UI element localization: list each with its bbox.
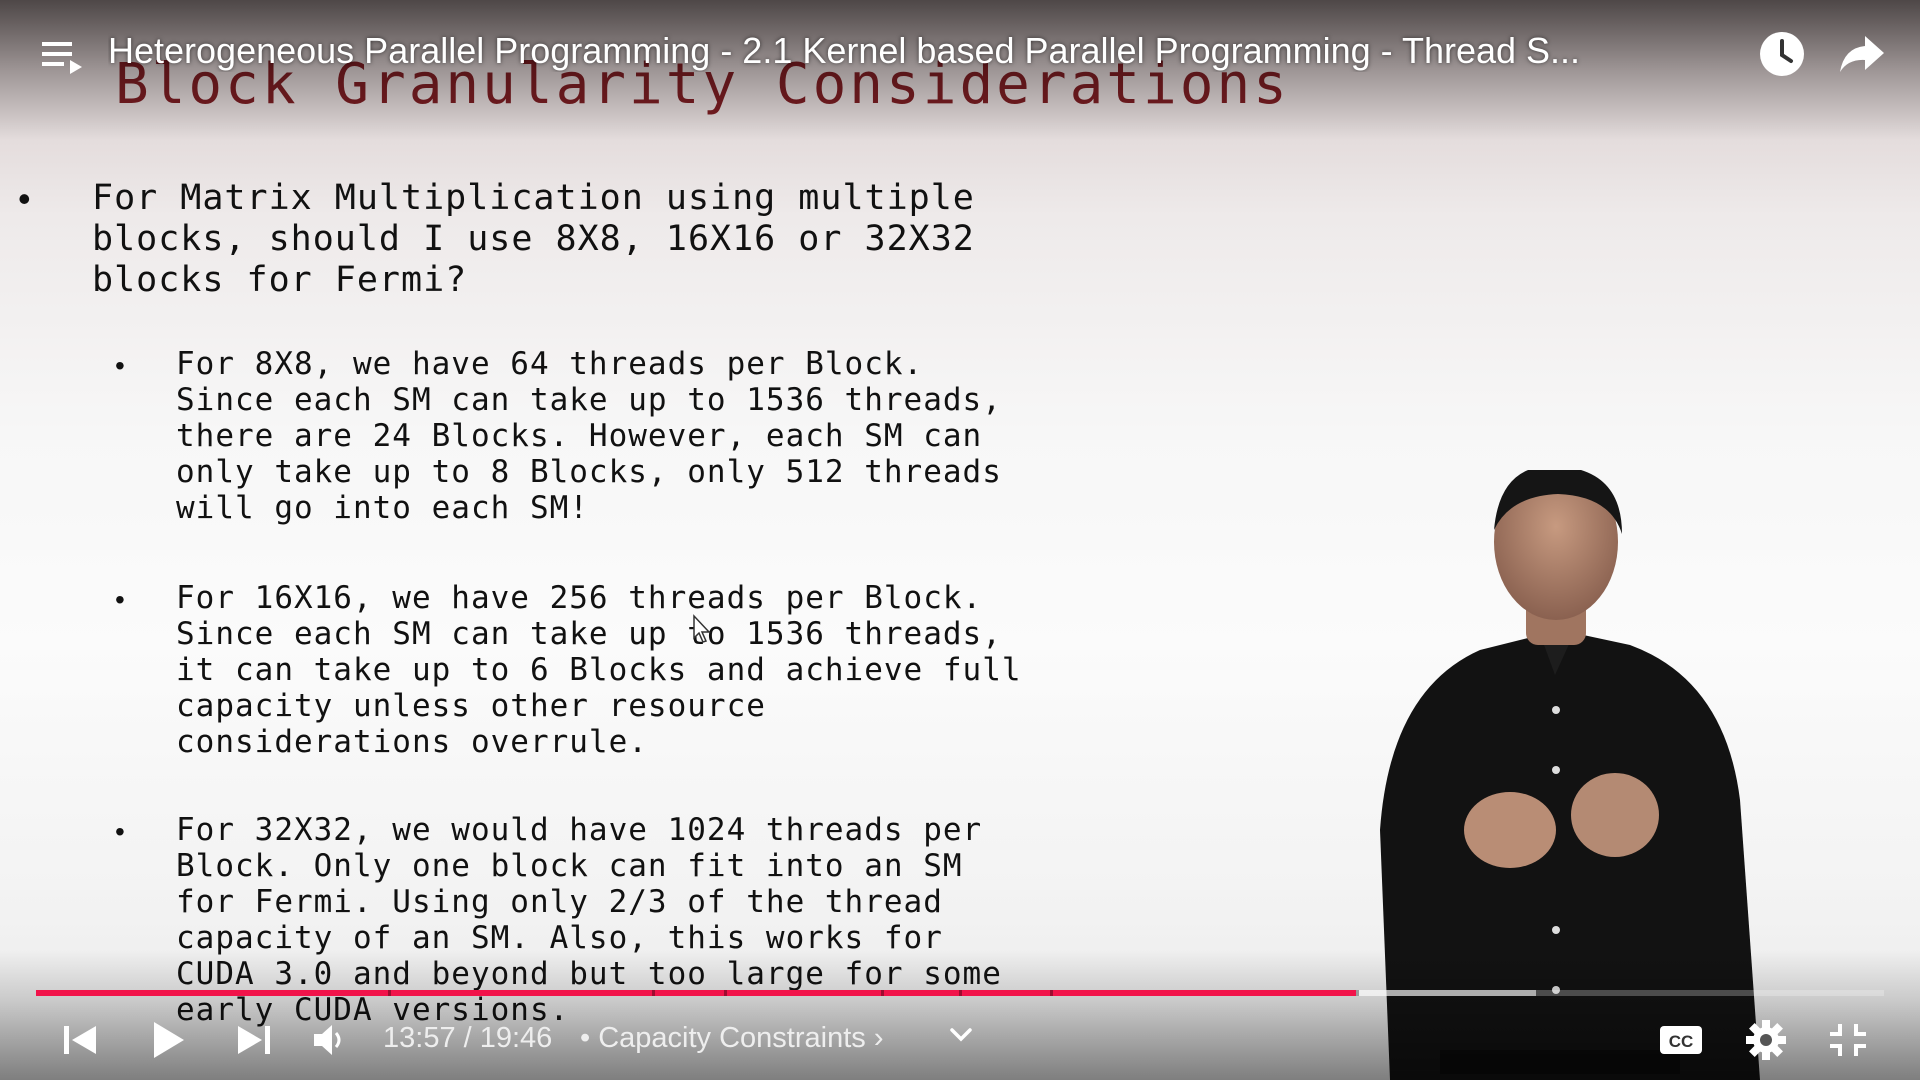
chapter-marker: [651, 990, 655, 996]
slide-subpoint-1: For 8X8, we have 64 threads per Block. S…: [176, 346, 1002, 526]
time-display: 13:57 / 19:46: [383, 1022, 553, 1054]
chapter-marker: [1356, 990, 1360, 996]
progress-played: [36, 990, 1357, 996]
svg-text:CC: CC: [1669, 1032, 1694, 1051]
play-icon[interactable]: [148, 1020, 188, 1060]
slide-sub-bullet: •: [115, 584, 125, 615]
slide-sub-bullet: •: [115, 816, 125, 847]
playlist-icon[interactable]: [40, 36, 86, 76]
chevron-down-icon[interactable]: [944, 1018, 978, 1052]
chapter-marker: [388, 990, 392, 996]
video-title[interactable]: Heterogeneous Parallel Programming - 2.1…: [108, 30, 1748, 72]
presenter-video: [1380, 470, 1760, 1080]
chapter-marker: [881, 990, 885, 996]
slide-subpoint-2: For 16X16, we have 256 threads per Block…: [176, 580, 1022, 760]
slide-main-point: For Matrix Multiplication using multiple…: [92, 178, 975, 300]
chapter-marker: [959, 990, 963, 996]
skip-next-icon[interactable]: [234, 1020, 274, 1060]
video-player[interactable]: Block Granularity Considerations • For M…: [0, 0, 1920, 1080]
slide-sub-bullet: •: [115, 350, 125, 381]
gear-icon[interactable]: [1744, 1018, 1788, 1062]
share-arrow-icon[interactable]: [1836, 28, 1888, 80]
exit-fullscreen-icon[interactable]: [1826, 1020, 1870, 1060]
skip-previous-icon[interactable]: [60, 1020, 100, 1060]
mouse-cursor-icon: [693, 614, 711, 643]
chapter-title[interactable]: • Capacity Constraints ›: [580, 1022, 883, 1055]
closed-captions-icon[interactable]: CC: [1658, 1020, 1704, 1060]
chapter-marker: [724, 990, 728, 996]
clock-icon[interactable]: [1756, 28, 1808, 80]
chapter-marker: [1049, 990, 1053, 996]
progress-bar[interactable]: [36, 990, 1884, 996]
slide-bullet: •: [18, 178, 31, 219]
volume-icon[interactable]: [310, 1020, 350, 1060]
